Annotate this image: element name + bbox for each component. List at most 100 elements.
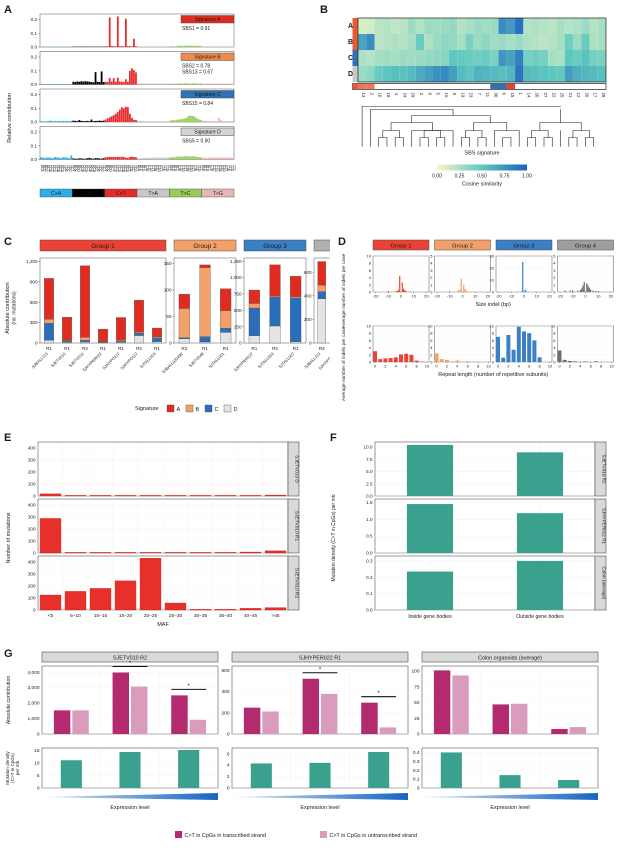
indel-size-bar [524,289,526,292]
signature-bar [44,158,46,160]
indel-size-bar [399,275,401,292]
heatmap-row-marker [352,50,358,66]
signature-subplot: 0.0 0.1 0.2 Signature D SBS5 = 0.90 [31,126,235,162]
signature-bar [197,83,200,85]
signature-bar [163,157,166,160]
y-tick: 0 [33,608,36,613]
signature-bar [219,120,222,122]
signature-bar [129,113,131,122]
signature-bar [169,120,172,122]
signature-bar [58,83,61,85]
signature-bar [161,83,164,85]
strand-bar [53,710,71,734]
heatmap-cell [391,18,400,34]
signature-bar [108,117,111,122]
y-tick: 100 [28,482,36,487]
signature-bar [175,83,178,85]
strand-bar [72,710,89,734]
signature-bar [183,45,186,47]
stacked-bar-segment [134,332,144,336]
signature-bar [46,121,48,122]
signature-bar [213,157,216,160]
signature-bar [211,157,214,160]
x-tick: <5 [48,613,54,619]
strand-bar [112,672,129,734]
y-tick: 20 [490,266,495,271]
repeat-length-bar [516,326,521,362]
replicate-label: R2 [136,346,142,351]
heatmap-x-tick: 5 [436,93,441,96]
heatmap-cell [515,34,524,50]
signature-bar [151,83,154,85]
y-tick: 0.0 [366,608,373,613]
indel-size-bar [464,289,466,292]
heatmap-x-tick: 22 [551,93,556,98]
heatmap-cell [415,50,425,66]
group-label: Group 1 [91,243,115,250]
heatmap-cell [498,34,507,50]
signature-bar [230,83,232,85]
signature-bar [155,83,158,85]
y-tick: 0 [227,732,230,738]
y-tick: 400 [221,689,229,695]
heatmap-x-tick: 12 [576,93,581,98]
panel-f-ylabel: Mutation density (C>T in CpGs) per mb [331,494,337,581]
maf-bar [114,580,137,611]
signature-bar [131,46,133,47]
y-tick: 30 [490,254,495,259]
signature-bar [106,46,109,47]
heatmap-cell [374,50,383,66]
heatmap-x-tick: 17 [593,93,598,98]
sample-label: SJTALL003 [139,351,158,370]
group-label: Group 3 [514,244,535,250]
x-tick: Outside gene bodies [516,614,564,620]
heatmap-cell [572,34,582,50]
heatmap-cell [432,50,441,66]
replicate-label: R2 [82,346,88,351]
heatmap-cell [589,18,598,34]
y-tick: 2 [553,352,556,357]
y-tick: 100 [28,596,36,601]
replicate-label: R2 [181,346,187,351]
mutation-class-label: T>A [148,191,158,197]
signature-bar [173,157,176,160]
signature-bar [169,46,172,47]
stacked-bar-segment [44,278,54,320]
signature-bar [197,157,200,160]
y-tick: 0.2 [31,130,38,135]
y-tick: 0 [492,290,495,295]
signature-bar [207,157,210,160]
repeat-length-bar [496,336,500,362]
signature-bar [201,157,204,160]
x-tick: >45 [271,613,279,619]
stacked-bar-segment [80,265,90,338]
y-tick: 4 [430,261,433,266]
y-tick: 0.0 [31,157,38,162]
heatmap-x-tick: 23 [469,93,474,98]
indel-size-bar [396,290,398,292]
signature-bar [96,81,99,85]
signature-bar [159,157,162,160]
signature-bar [165,157,168,160]
signature-bar [151,121,154,122]
heatmap-cell [465,18,474,34]
stacked-bar-segment [44,319,54,324]
y-tick: 0.2 [31,55,38,60]
strand-bar [433,670,451,734]
signature-bar [110,157,113,160]
heatmap-x-tick: 14 [526,93,531,98]
signature-name: Signature B [194,54,221,60]
indel-size-bar [466,291,469,292]
x-tick: 6 [405,364,408,369]
signature-bar [112,78,115,85]
signature-bar [199,45,202,47]
stacked-bar-segment [248,289,260,304]
stacked-bar-segment [199,336,211,343]
signature-bar [183,118,186,122]
strand-bar [361,702,378,734]
indel-size-bar [589,289,592,292]
heatmap-cell [358,66,367,82]
signature-bar [181,156,184,160]
signature-bar [82,121,85,122]
signature-bar [124,106,127,122]
